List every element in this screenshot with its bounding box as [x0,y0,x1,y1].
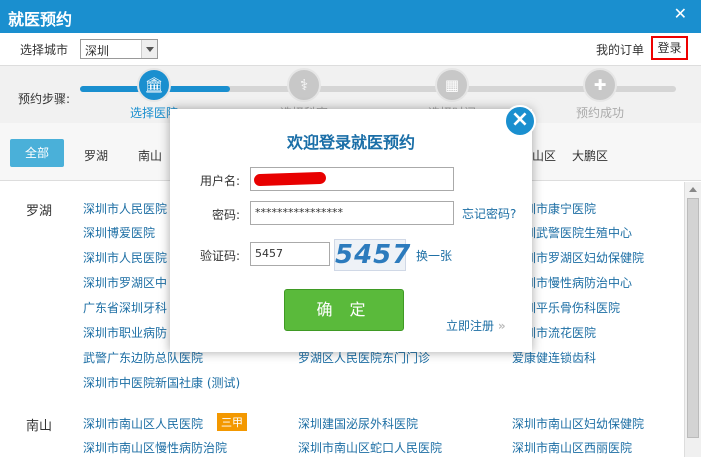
captcha-input[interactable]: 5457 [250,242,330,266]
login-dialog: × 欢迎登录就医预约 用户名: 密码: **************** 忘记密… [170,105,536,352]
hospital-link[interactable]: 深圳市中医院新国社康 (测试) [83,374,240,391]
hospital-link[interactable]: 深圳市职业病防 [83,324,167,341]
region-name: 罗湖 [26,204,53,219]
title-bar: 就医预约 ✕ [0,0,701,33]
chevron-down-icon[interactable] [141,40,157,58]
calendar-icon: ▦ [435,68,469,102]
login-button[interactable]: 登录 [651,36,688,60]
captcha-label: 验证码: [199,249,240,263]
username-label: 用户名: [199,174,240,188]
confirm-button[interactable]: 确 定 [284,289,404,331]
forgot-password-link[interactable]: 忘记密码? [462,205,516,222]
tier-badge: 三甲 [217,413,247,431]
district-dapeng[interactable]: 大鹏区 [572,147,608,164]
hospital-link[interactable]: 广东省深圳牙科 [83,299,167,316]
hospital-link[interactable]: 深圳市南山区慢性病防治院 [83,439,227,456]
district-luohu[interactable]: 罗湖 [84,147,108,164]
hospital-icon: 🏛 [137,68,171,102]
scroll-up-icon[interactable] [685,182,701,196]
stethoscope-icon: ⚕ [287,68,321,102]
city-select[interactable]: 深圳 [80,39,158,59]
captcha-image: 5457 [334,239,412,271]
register-link[interactable]: 立即注册 » [446,317,506,334]
district-nanshan[interactable]: 南山 [138,147,162,164]
medal-icon: ✚ [583,68,617,102]
top-bar: 选择城市 深圳 我的订单 登录 [0,33,701,65]
password-label: 密码: [211,208,240,222]
hospital-link[interactable]: 深圳市人民医院 [83,249,167,266]
hospital-link[interactable]: 深圳市人民医院 [83,200,167,217]
hospital-link[interactable]: 深圳市南山区蛇口人民医院 [298,439,442,456]
district-shan[interactable]: 山区 [532,147,556,164]
password-input[interactable]: **************** [250,201,454,225]
hospital-link[interactable]: 深圳市南山区妇幼保健院 [512,415,644,432]
my-orders-link[interactable]: 我的订单 [596,41,644,58]
window-close-icon[interactable]: ✕ [674,4,687,23]
hospital-link[interactable]: 深圳市南山区西丽医院 [512,439,632,456]
step-label: 预约成功 [575,106,624,120]
district-all-button[interactable]: 全部 [10,139,64,167]
region-name: 南山 [26,419,53,434]
double-chevron-right-icon: » [497,319,506,333]
hospital-link[interactable]: 深圳建国泌尿外科医院 [298,415,418,432]
steps-label: 预约步骤: [18,92,71,106]
scrollbar-thumb[interactable] [687,198,699,438]
step-booking-success: ✚ 预约成功 [560,68,640,121]
redacted-username [253,171,327,187]
dialog-title: 欢迎登录就医预约 [286,133,415,152]
hospital-link[interactable]: 深圳市罗湖区中 [83,274,167,291]
scrollbar[interactable] [684,182,701,457]
refresh-captcha-link[interactable]: 换一张 [416,247,452,264]
hospital-link[interactable]: 深圳市南山区人民医院 [83,415,203,432]
city-label: 选择城市 [20,43,69,57]
register-label: 立即注册 [446,319,495,333]
hospital-link[interactable]: 深圳博爱医院 [83,224,155,241]
window-title: 就医预约 [8,10,73,29]
city-select-value: 深圳 [85,44,110,58]
